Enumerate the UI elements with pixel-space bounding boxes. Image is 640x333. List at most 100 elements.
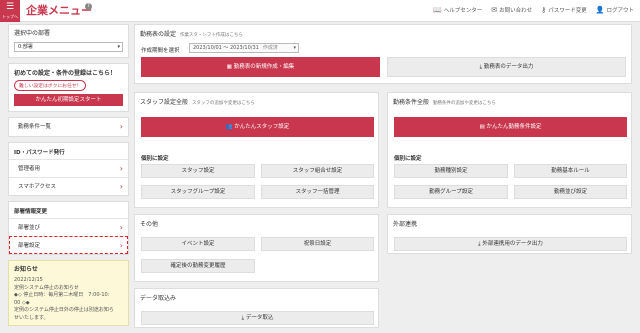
create-schedule-label: 勤務表の新規作成・編集 [233, 64, 295, 70]
staff-group-button[interactable]: スタッフグループ設定 [141, 185, 255, 199]
period-status: 作成済 [262, 45, 278, 51]
dept-info-heading: 部署情報変更 [14, 209, 48, 215]
external-export-button[interactable]: ⤓ 外部連携用のデータ出力 [394, 237, 627, 251]
data-import-title: データ取込み [140, 295, 177, 302]
easy-conditions-label: かんたん勤務条件設定 [486, 124, 542, 130]
chevron-down-icon: ▾ [293, 45, 296, 51]
holiday-settings-button[interactable]: 祝祭日設定 [261, 237, 374, 251]
external-title: 外部連携 [393, 221, 418, 228]
sidebar-item-dept-settings[interactable]: 部署設定 › [9, 236, 128, 254]
contact-label: お問い合わせ [499, 8, 533, 14]
conditions-title: 勤務条件全般 [393, 99, 430, 106]
notice-box: お知らせ 2022/12/15 定例システム停止のお知らせ ◆◇ 停止日時：毎月… [8, 260, 129, 326]
staff-settings-button[interactable]: スタッフ設定 [141, 164, 255, 178]
notice-line: せいたします。 [14, 314, 49, 321]
chevron-right-icon: › [119, 122, 123, 131]
schedule-panel-heading: 勤務表の設定 作業スタ・シフト作成はこちら [135, 25, 631, 38]
event-settings-button[interactable]: イベント設定 [141, 237, 255, 251]
hamburger-icon: ☰ [5, 2, 15, 12]
staff-combination-button[interactable]: スタッフ組合せ設定 [261, 164, 374, 178]
page-title: 企業メニュー [26, 4, 92, 17]
change-history-button[interactable]: 確定後の勤務変更履歴 [141, 259, 255, 273]
easy-staff-button[interactable]: 👥 かんたんスタッフ設定 [141, 117, 374, 137]
chevron-down-icon: ▾ [117, 44, 120, 50]
staff-panel: スタッフ設定全般 スタッフの追加や変更はこちら 👥 かんたんスタッフ設定 個別に… [134, 92, 379, 208]
sidebar-item-label: 部署設定 [18, 243, 41, 249]
period-value: 2023/10/01 ～ 2023/10/31 [193, 45, 259, 51]
menu-button-label: トップへ [2, 14, 18, 19]
export-schedule-button[interactable]: ⤓ 勤務表のデータ出力 [387, 57, 626, 77]
period-select[interactable]: 2023/10/01 ～ 2023/10/31 作成済 ▾ [189, 43, 299, 53]
chevron-right-icon: › [119, 182, 123, 191]
calendar-icon: ▦ [226, 64, 234, 70]
other-panel: その他 イベント設定 祝祭日設定 確定後の勤務変更履歴 [134, 214, 379, 282]
other-title: その他 [140, 221, 159, 228]
sidebar-item-label: 管理者用 [18, 166, 41, 172]
sidebar-item-label: 勤務条件一覧 [18, 124, 52, 130]
shift-group-button[interactable]: 勤務グループ設定 [394, 185, 508, 199]
sidebar-item-label: スマホアクセス [18, 184, 57, 190]
logout-label: ログアウト [606, 8, 634, 14]
mail-icon: ✉ [491, 6, 498, 14]
staff-bulk-button[interactable]: スタッフ一括管理 [261, 185, 374, 199]
staff-panel-heading: スタッフ設定全般 スタッフの追加や変更はこちら [135, 93, 378, 106]
schedule-panel: 勤務表の設定 作業スタ・シフト作成はこちら 作成期間を選択 2023/10/01… [134, 24, 632, 84]
sidebar-item-label: 部署並び [18, 225, 41, 231]
external-panel: 外部連携 ⤓ 外部連携用のデータ出力 [387, 214, 632, 254]
data-import-button[interactable]: ⤓ データ取込 [141, 311, 374, 325]
sidebar-item-smartphone[interactable]: スマホアクセス › [9, 177, 128, 195]
sidebar-item-dept-order[interactable]: 部署並び › [9, 218, 128, 236]
password-change-link[interactable]: ⚷ パスワード変更 [541, 6, 587, 14]
help-icon[interactable]: ? [85, 3, 92, 10]
create-schedule-button[interactable]: ▦ 勤務表の新規作成・編集 [141, 57, 380, 77]
chevron-right-icon: › [119, 223, 123, 232]
password-change-label: パスワード変更 [548, 8, 587, 14]
initial-setup-link[interactable]: 難しい設定はボクにお任せ！ [14, 80, 87, 91]
help-center-label: ヘルプセンター [443, 8, 483, 14]
shift-type-button[interactable]: 勤務種別設定 [394, 164, 508, 178]
dept-select-title: 選択中の部署 [14, 30, 51, 37]
export-schedule-label: 勤務表のデータ出力 [483, 64, 534, 70]
book-icon: 📖 [432, 6, 442, 14]
easy-conditions-button[interactable]: ▤ かんたん勤務条件設定 [394, 117, 627, 137]
schedule-note: 作業スタ・シフト作成はこちら [179, 33, 243, 38]
dept-select-box: 選択中の部署 0:部署 ▾ [8, 24, 129, 58]
conditions-sub-heading: 個別に設定 [394, 156, 422, 162]
header-links: 📖 ヘルプセンター ✉ お問い合わせ ⚷ パスワード変更 👤 ログアウト [433, 6, 634, 14]
notice-line: 00 ◇◆ [14, 299, 30, 306]
notice-line: 定例システム停止のお知らせ [14, 284, 79, 291]
shift-order-button[interactable]: 勤務並び設定 [514, 185, 627, 199]
basic-rule-button[interactable]: 勤務基本ルール [514, 164, 627, 178]
conditions-panel-heading: 勤務条件全般 勤務条件の追加や変更はこちら [388, 93, 631, 106]
staff-note: スタッフの追加や変更はこちら [191, 101, 255, 106]
conditions-list-box: 勤務条件一覧 › [8, 117, 129, 137]
people-icon: 👥 [225, 124, 235, 130]
staff-title: スタッフ設定全般 [140, 99, 189, 106]
contact-link[interactable]: ✉ お問い合わせ [491, 6, 532, 14]
easy-staff-label: かんたんスタッフ設定 [234, 124, 290, 130]
data-import-label: データ取込 [245, 315, 274, 321]
key-icon: ⚷ [541, 6, 547, 14]
period-label: 作成期間を選択 [141, 48, 180, 54]
sidebar-item-admin[interactable]: 管理者用 › [9, 159, 128, 177]
notice-title: お知らせ [14, 266, 38, 273]
sidebar: 選択中の部署 0:部署 ▾ 初めての設定・条件の登録はこちら！ 難しい設定はボク… [8, 24, 129, 326]
notice-line: 定例のシステム停止日外の停止は別途お知ら [14, 307, 114, 313]
external-export-label: 外部連携用のデータ出力 [482, 241, 543, 247]
user-icon: 👤 [595, 6, 605, 14]
id-issue-box: ID・パスワード発行 管理者用 › スマホアクセス › [8, 142, 129, 196]
top-bar: ☰ トップへ 企業メニュー ? 📖 ヘルプセンター ✉ お問い合わせ ⚷ パスワ… [0, 0, 640, 22]
initial-setup-box: 初めての設定・条件の登録はこちら！ 難しい設定はボクにお任せ！ かんたん初期設定… [8, 63, 129, 112]
initial-setup-button[interactable]: かんたん初期設定スタート [14, 94, 123, 106]
logout-link[interactable]: 👤 ログアウト [596, 6, 634, 14]
sidebar-item-conditions[interactable]: 勤務条件一覧 › [9, 118, 128, 136]
menu-button[interactable]: ☰ トップへ [0, 0, 20, 22]
conditions-panel: 勤務条件全般 勤務条件の追加や変更はこちら ▤ かんたん勤務条件設定 個別に設定… [387, 92, 632, 208]
schedule-title: 勤務表の設定 [140, 31, 177, 38]
dept-info-box: 部署情報変更 部署並び › 部署設定 › [8, 201, 129, 255]
staff-sub-heading: 個別に設定 [141, 156, 169, 162]
dept-select[interactable]: 0:部署 ▾ [14, 42, 123, 52]
chevron-right-icon: › [119, 164, 123, 173]
notice-line: ◆◇ 停止日時：毎月第二木曜日 7:00-10: [14, 292, 110, 298]
help-center-link[interactable]: 📖 ヘルプセンター [433, 6, 482, 14]
